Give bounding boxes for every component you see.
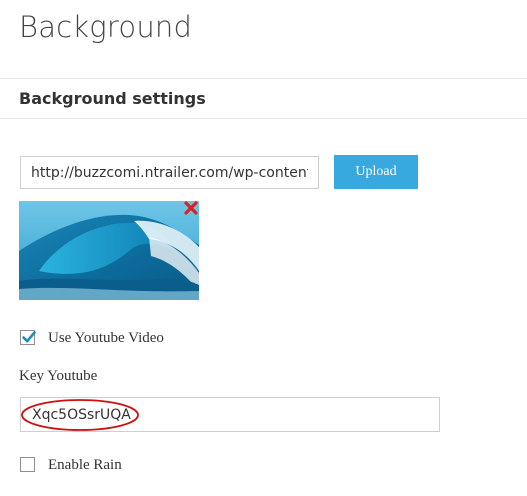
youtube-checkbox-label: Use Youtube Video [48,330,164,346]
background-url-input[interactable] [20,156,319,189]
youtube-checkbox[interactable] [20,330,36,345]
section-divider [0,118,527,119]
rain-checkbox-label: Enable Rain [48,457,122,473]
background-preview-image [19,201,199,300]
youtube-key-input[interactable] [20,397,440,432]
checkmark-icon [22,331,36,343]
wave-image [19,201,199,300]
rain-checkbox[interactable] [20,457,35,472]
section-title: Background settings [19,89,206,108]
page-title: Background [19,10,193,44]
upload-button[interactable]: Upload [334,155,418,189]
close-icon[interactable] [183,200,199,216]
title-divider [0,78,527,79]
key-youtube-label: Key Youtube [19,368,98,384]
background-settings-page: Background Background settings Upload [0,0,527,496]
